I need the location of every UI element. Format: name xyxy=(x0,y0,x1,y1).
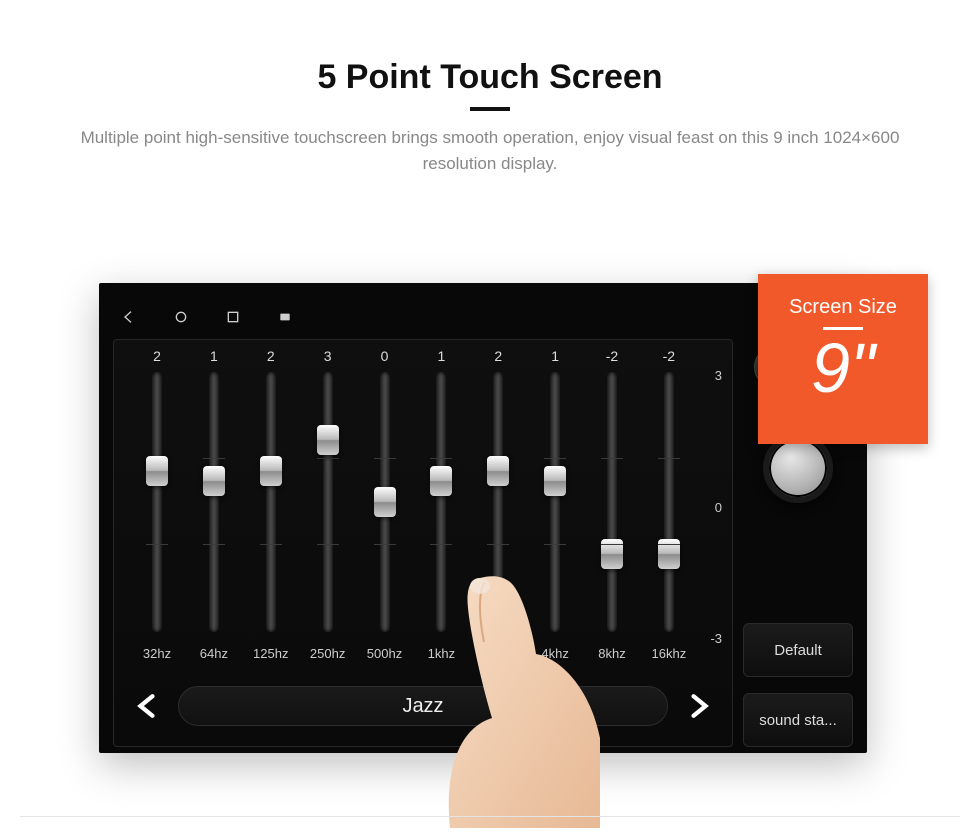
recent-apps-icon[interactable] xyxy=(225,309,241,325)
eq-slider-knob[interactable] xyxy=(203,466,225,496)
eq-band-value: 0 xyxy=(381,348,389,368)
eq-band-freq: 1khz xyxy=(428,646,455,662)
page-subtitle: Multiple point high-sensitive touchscree… xyxy=(60,125,920,176)
eq-slider-knob[interactable] xyxy=(146,456,168,486)
eq-slider[interactable] xyxy=(550,372,560,632)
eq-band-freq: 500hz xyxy=(367,646,402,662)
eq-band-value: 1 xyxy=(551,348,559,368)
equalizer-bands: 2 32hz 1 64hz 2 125hz 3 250hz 0 500hz 1 1khz 2 2khz 1 4… xyxy=(134,348,692,662)
eq-slider[interactable] xyxy=(323,372,333,632)
preset-bar: Jazz xyxy=(134,684,712,728)
touchscreen-device: 2 32hz 1 64hz 2 125hz 3 250hz 0 500hz 1 1khz 2 2khz 1 4… xyxy=(99,283,867,753)
eq-band: 1 64hz xyxy=(191,348,237,662)
eq-band-freq: 2khz xyxy=(485,646,512,662)
equalizer-scale: 3 0 -3 xyxy=(700,368,722,646)
home-icon[interactable] xyxy=(173,309,189,325)
eq-band-freq: 64hz xyxy=(200,646,228,662)
screen-size-badge: Screen Size 9" xyxy=(758,274,928,444)
eq-slider-knob[interactable] xyxy=(544,466,566,496)
eq-band: 3 250hz xyxy=(305,348,351,662)
sound-stage-button[interactable]: sound sta... xyxy=(743,693,853,747)
screenshot-icon[interactable] xyxy=(277,309,293,325)
preset-next-button[interactable] xyxy=(686,692,712,720)
eq-band-freq: 8khz xyxy=(598,646,625,662)
eq-band-value: 2 xyxy=(267,348,275,368)
eq-band: 1 4khz xyxy=(532,348,578,662)
eq-band: 2 125hz xyxy=(248,348,294,662)
eq-slider-knob[interactable] xyxy=(658,539,680,569)
eq-slider-knob[interactable] xyxy=(487,456,509,486)
preset-name[interactable]: Jazz xyxy=(178,686,668,726)
scale-mid: 0 xyxy=(700,500,722,515)
badge-label: Screen Size xyxy=(760,296,926,319)
eq-slider-knob[interactable] xyxy=(430,466,452,496)
eq-slider[interactable] xyxy=(209,372,219,632)
eq-slider[interactable] xyxy=(664,372,674,632)
eq-slider[interactable] xyxy=(607,372,617,632)
preset-prev-button[interactable] xyxy=(134,692,160,720)
section-divider xyxy=(20,816,960,817)
eq-band: 2 32hz xyxy=(134,348,180,662)
eq-slider[interactable] xyxy=(152,372,162,632)
main-content: 2 32hz 1 64hz 2 125hz 3 250hz 0 500hz 1 1khz 2 2khz 1 4… xyxy=(113,339,853,747)
eq-slider[interactable] xyxy=(380,372,390,632)
page-title: 5 Point Touch Screen xyxy=(0,58,980,97)
eq-band: -2 8khz xyxy=(589,348,635,662)
eq-band-freq: 125hz xyxy=(253,646,288,662)
default-button[interactable]: Default xyxy=(743,623,853,677)
eq-band-value: 2 xyxy=(153,348,161,368)
eq-slider[interactable] xyxy=(493,372,503,632)
eq-band-freq: 32hz xyxy=(143,646,171,662)
eq-slider[interactable] xyxy=(436,372,446,632)
scale-min: -3 xyxy=(700,631,722,646)
eq-band-value: 1 xyxy=(437,348,445,368)
eq-slider-knob[interactable] xyxy=(260,456,282,486)
scale-max: 3 xyxy=(700,368,722,383)
eq-band-value: -2 xyxy=(663,348,675,368)
eq-band-value: 1 xyxy=(210,348,218,368)
eq-slider[interactable] xyxy=(266,372,276,632)
eq-band-value: 2 xyxy=(494,348,502,368)
equalizer-panel: 2 32hz 1 64hz 2 125hz 3 250hz 0 500hz 1 1khz 2 2khz 1 4… xyxy=(113,339,733,747)
eq-slider-knob[interactable] xyxy=(374,487,396,517)
title-underline xyxy=(470,107,510,111)
eq-band-freq: 250hz xyxy=(310,646,345,662)
eq-band-freq: 16khz xyxy=(652,646,687,662)
eq-band-value: 3 xyxy=(324,348,332,368)
eq-slider-knob[interactable] xyxy=(317,425,339,455)
eq-band-freq: 4khz xyxy=(541,646,568,662)
eq-band-value: -2 xyxy=(606,348,618,368)
badge-size: 9" xyxy=(760,332,926,406)
eq-band: 0 500hz xyxy=(362,348,408,662)
status-bar xyxy=(113,305,853,329)
eq-band: -2 16khz xyxy=(646,348,692,662)
eq-band: 2 2khz xyxy=(475,348,521,662)
eq-slider-knob[interactable] xyxy=(601,539,623,569)
eq-band: 1 1khz xyxy=(418,348,464,662)
back-icon[interactable] xyxy=(121,309,137,325)
